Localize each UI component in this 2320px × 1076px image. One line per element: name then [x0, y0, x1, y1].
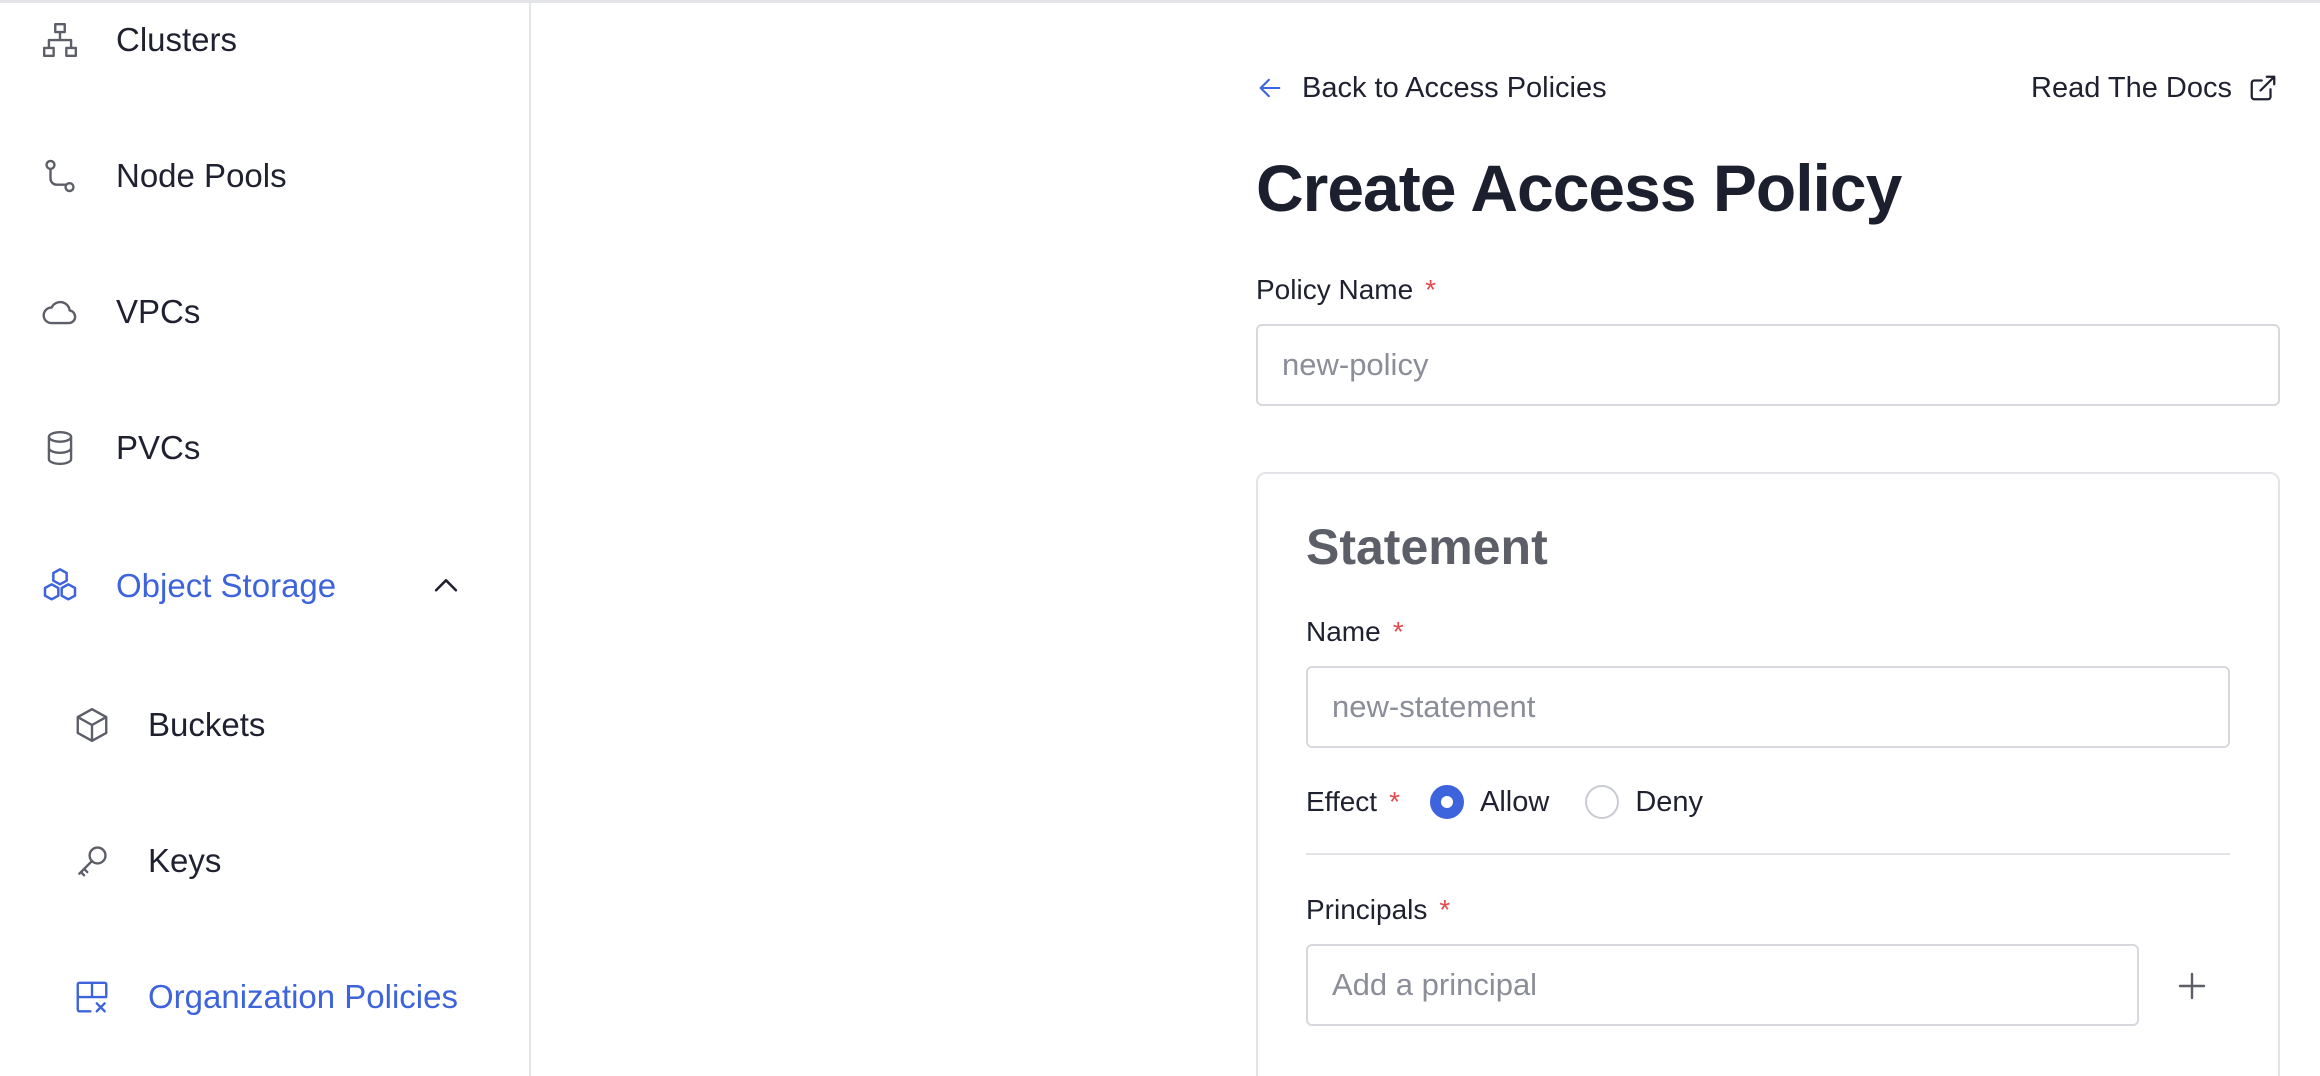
required-marker: *	[1389, 786, 1400, 817]
sidebar-item-label: VPCs	[116, 293, 201, 330]
effect-allow-option[interactable]: Allow	[1430, 785, 1549, 819]
policy-name-input[interactable]	[1256, 324, 2280, 406]
statement-name-input[interactable]	[1306, 666, 2230, 748]
sidebar-item-node-pools[interactable]: Node Pools	[0, 136, 529, 216]
divider	[1306, 853, 2230, 855]
sidebar-item-label: PVCs	[116, 429, 201, 466]
back-link-label: Back to Access Policies	[1302, 71, 1607, 104]
cube-icon	[70, 703, 114, 747]
statement-name-label: Name *	[1306, 616, 1404, 648]
principals-label: Principals *	[1306, 894, 1450, 926]
principals-label-text: Principals	[1306, 894, 1428, 925]
sidebar-item-pvcs[interactable]: PVCs	[0, 408, 529, 488]
read-the-docs-link[interactable]: Read The Docs	[2031, 66, 2278, 110]
sidebar-item-buckets[interactable]: Buckets	[0, 685, 529, 765]
key-icon	[70, 839, 114, 883]
allow-radio[interactable]	[1430, 785, 1464, 819]
node-pools-icon	[38, 154, 82, 198]
sidebar-item-label: Keys	[148, 842, 222, 879]
effect-label-text: Effect	[1306, 786, 1378, 817]
deny-label: Deny	[1635, 785, 1704, 818]
policy-grid-icon	[70, 975, 114, 1019]
sidebar-item-keys[interactable]: Keys	[0, 821, 529, 901]
add-principal-button[interactable]	[2168, 962, 2216, 1010]
plus-icon	[2174, 968, 2210, 1004]
cloud-icon	[38, 290, 82, 334]
effect-deny-option[interactable]: Deny	[1585, 785, 1703, 819]
required-marker: *	[1392, 616, 1404, 647]
effect-label: Effect *	[1306, 786, 1400, 818]
policy-name-label: Policy Name *	[1256, 274, 1436, 306]
sidebar: Clusters Node Pools VPCs PVCs Object Sto…	[0, 3, 531, 1076]
external-link-icon	[2248, 73, 2278, 103]
database-icon	[38, 426, 82, 470]
page-title: Create Access Policy	[1256, 151, 1902, 225]
deny-radio[interactable]	[1585, 785, 1620, 819]
principal-input[interactable]	[1306, 944, 2139, 1026]
arrow-left-icon	[1256, 74, 1284, 102]
sidebar-item-label: Node Pools	[116, 157, 287, 194]
sidebar-item-organization-policies[interactable]: Organization Policies	[0, 957, 529, 1037]
effect-row: Effect * Allow Deny	[1306, 780, 1703, 824]
back-to-access-policies-link[interactable]: Back to Access Policies	[1256, 66, 1607, 110]
statement-title: Statement	[1306, 519, 1548, 575]
sidebar-item-vpcs[interactable]: VPCs	[0, 272, 529, 352]
sidebar-item-label: Clusters	[116, 21, 238, 58]
allow-label: Allow	[1480, 785, 1550, 818]
sidebar-item-label: Buckets	[148, 706, 266, 743]
required-marker: *	[1439, 894, 1451, 925]
statement-name-label-text: Name	[1306, 616, 1381, 647]
chevron-up-icon[interactable]	[422, 562, 470, 610]
object-storage-icon	[38, 564, 82, 608]
sidebar-item-object-storage[interactable]: Object Storage	[0, 546, 529, 626]
docs-link-label: Read The Docs	[2031, 71, 2232, 104]
clusters-icon	[38, 18, 82, 62]
policy-name-label-text: Policy Name	[1256, 274, 1414, 305]
sidebar-item-label: Object Storage	[116, 567, 337, 604]
sidebar-item-label: Organization Policies	[148, 978, 458, 1015]
sidebar-item-clusters[interactable]: Clusters	[0, 0, 529, 80]
required-marker: *	[1425, 274, 1437, 305]
